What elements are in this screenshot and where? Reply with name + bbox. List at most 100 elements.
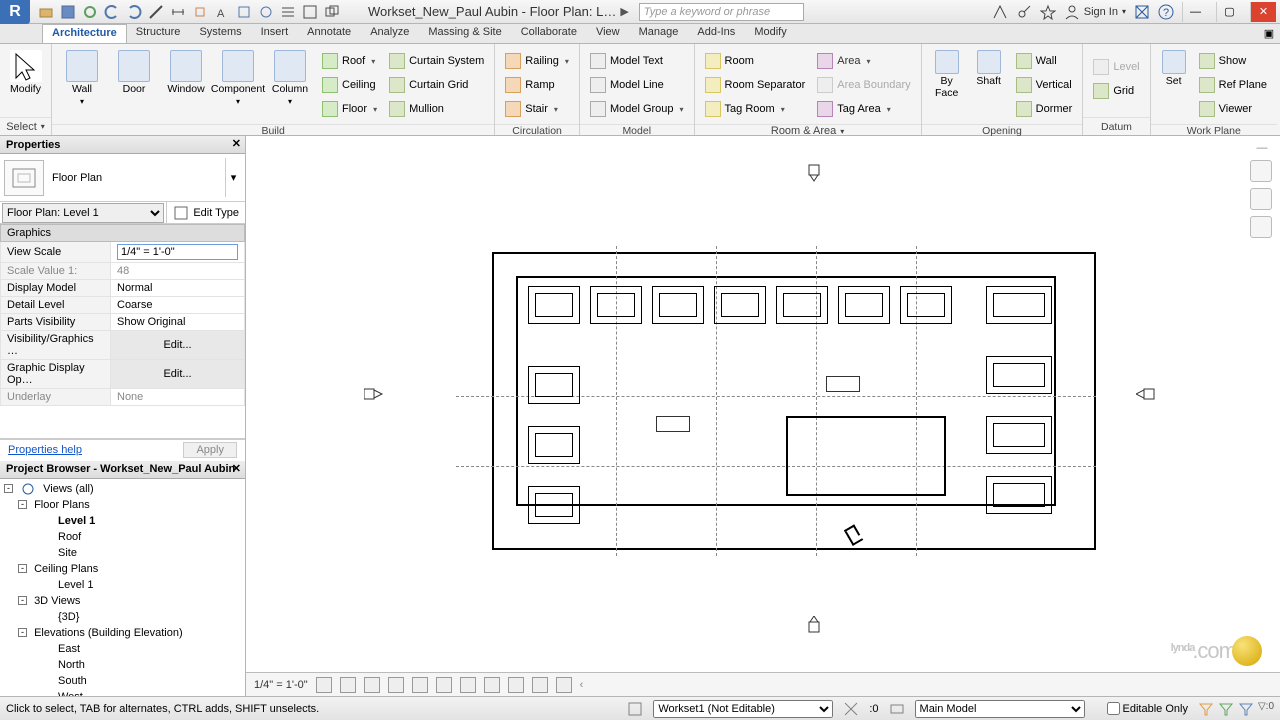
- south-node[interactable]: South: [4, 673, 241, 689]
- prop-underlay-value[interactable]: None: [111, 389, 245, 406]
- room-button[interactable]: Room: [701, 50, 810, 72]
- group-graphics[interactable]: Graphics: [1, 225, 245, 242]
- detail-level-icon[interactable]: [316, 677, 332, 693]
- workset-icon[interactable]: [627, 701, 643, 717]
- opening-dormer-button[interactable]: Dormer: [1012, 98, 1077, 120]
- view-minimize-icon[interactable]: —: [1250, 142, 1274, 154]
- infocenter-play-icon[interactable]: ▶: [620, 5, 628, 18]
- railing-button[interactable]: Railing▾: [501, 50, 573, 72]
- tab-insert[interactable]: Insert: [252, 24, 299, 43]
- tab-massing[interactable]: Massing & Site: [419, 24, 511, 43]
- crop-view-icon[interactable]: [436, 677, 452, 693]
- by-face-button[interactable]: By Face: [928, 48, 966, 99]
- type-dropdown-icon[interactable]: ▾: [225, 158, 241, 197]
- type-selector[interactable]: Floor Plan ▾: [0, 154, 245, 202]
- section-icon[interactable]: [258, 4, 274, 20]
- properties-help-link[interactable]: Properties help: [8, 444, 82, 456]
- edit-type-button[interactable]: Edit Type: [166, 202, 245, 223]
- cp-level1-node[interactable]: Level 1: [4, 577, 241, 593]
- west-node[interactable]: West: [4, 689, 241, 697]
- prop-view-scale-value[interactable]: [117, 244, 238, 260]
- dimension-icon[interactable]: [170, 4, 186, 20]
- filter-icon[interactable]: [1198, 701, 1214, 717]
- properties-title[interactable]: Properties ✕: [0, 136, 245, 154]
- pan-icon[interactable]: [1250, 216, 1272, 238]
- stair-button[interactable]: Stair▾: [501, 98, 573, 120]
- prop-detail-level-value[interactable]: Coarse: [111, 297, 245, 314]
- minimize-button[interactable]: —: [1182, 2, 1208, 22]
- prop-parts-vis-value[interactable]: Show Original: [111, 314, 245, 331]
- editable-only-checkbox[interactable]: Editable Only: [1107, 702, 1188, 715]
- sun-path-icon[interactable]: [364, 677, 380, 693]
- tag-icon[interactable]: [192, 4, 208, 20]
- mullion-button[interactable]: Mullion: [385, 98, 488, 120]
- exclude-icon[interactable]: [843, 701, 859, 717]
- switch-windows-icon[interactable]: [324, 4, 340, 20]
- elevation-marker-east-icon[interactable]: [1136, 386, 1156, 402]
- key-icon[interactable]: [1016, 4, 1032, 20]
- set-workplane-button[interactable]: Set: [1157, 48, 1191, 88]
- ref-plane-button[interactable]: Ref Plane: [1195, 74, 1271, 96]
- tab-architecture[interactable]: Architecture: [42, 24, 127, 43]
- elevation-marker-west-icon[interactable]: [364, 386, 384, 402]
- filter-icon-2[interactable]: [1218, 701, 1234, 717]
- exchange-icon[interactable]: [1134, 4, 1150, 20]
- room-separator-button[interactable]: Room Separator: [701, 74, 810, 96]
- rendering-icon[interactable]: [412, 677, 428, 693]
- zoom-icon[interactable]: [1250, 188, 1272, 210]
- design-option-select[interactable]: Main Model: [915, 700, 1085, 718]
- component-button[interactable]: Component▾: [214, 48, 262, 106]
- collapse-icon[interactable]: -: [18, 596, 27, 605]
- thin-lines-icon[interactable]: [280, 4, 296, 20]
- prop-vg-edit-button[interactable]: Edit...: [111, 331, 245, 360]
- shadows-icon[interactable]: [388, 677, 404, 693]
- prop-display-model-value[interactable]: Normal: [111, 280, 245, 297]
- close-hidden-icon[interactable]: [302, 4, 318, 20]
- collapse-icon[interactable]: -: [4, 484, 13, 493]
- ceiling-plans-node[interactable]: Ceiling Plans: [34, 563, 98, 575]
- design-options-icon[interactable]: [889, 701, 905, 717]
- properties-grid[interactable]: Graphics View Scale Scale Value 1:48 Dis…: [0, 224, 245, 439]
- viewer-button[interactable]: Viewer: [1195, 98, 1271, 120]
- 3d-views-node[interactable]: 3D Views: [34, 595, 80, 607]
- tab-structure[interactable]: Structure: [127, 24, 191, 43]
- maximize-button[interactable]: ▢: [1216, 2, 1242, 22]
- roof-node[interactable]: Roof: [4, 529, 241, 545]
- door-button[interactable]: Door: [110, 48, 158, 96]
- column-button[interactable]: Column▾: [266, 48, 314, 106]
- drawing-canvas[interactable]: —: [246, 136, 1280, 696]
- active-workset-select[interactable]: Workset1 (Not Editable): [653, 700, 833, 718]
- tab-view[interactable]: View: [587, 24, 630, 43]
- site-node[interactable]: Site: [4, 545, 241, 561]
- undo-icon[interactable]: [104, 4, 120, 20]
- tab-analyze[interactable]: Analyze: [361, 24, 419, 43]
- text-icon[interactable]: A: [214, 4, 230, 20]
- navigation-wheel-icon[interactable]: [1250, 160, 1272, 182]
- properties-close-icon[interactable]: ✕: [232, 137, 241, 150]
- favorite-icon[interactable]: [1040, 4, 1056, 20]
- save-icon[interactable]: [60, 4, 76, 20]
- crop-region-icon[interactable]: [460, 677, 476, 693]
- window-button[interactable]: Window: [162, 48, 210, 96]
- wall-button[interactable]: Wall▾: [58, 48, 106, 106]
- filter-icon-3[interactable]: [1238, 701, 1254, 717]
- app-menu-button[interactable]: R: [0, 0, 30, 24]
- subscription-icon[interactable]: [992, 4, 1008, 20]
- tab-collaborate[interactable]: Collaborate: [512, 24, 587, 43]
- 3d-icon[interactable]: [236, 4, 252, 20]
- elevation-marker-north-icon[interactable]: [806, 162, 822, 182]
- sign-in-button[interactable]: Sign In ▾: [1064, 4, 1126, 20]
- grid-button[interactable]: Grid: [1089, 80, 1143, 102]
- elevations-node[interactable]: Elevations (Building Elevation): [34, 627, 183, 639]
- visual-style-icon[interactable]: [340, 677, 356, 693]
- scale-display[interactable]: 1/4" = 1'-0": [254, 679, 308, 691]
- tab-systems[interactable]: Systems: [190, 24, 251, 43]
- project-browser-close-icon[interactable]: ✕: [232, 462, 241, 475]
- views-all-node[interactable]: Views (all): [43, 483, 94, 495]
- floor-button[interactable]: Floor▾: [318, 98, 381, 120]
- shaft-button[interactable]: Shaft: [970, 48, 1008, 88]
- curtain-grid-button[interactable]: Curtain Grid: [385, 74, 488, 96]
- collapse-icon[interactable]: -: [18, 564, 27, 573]
- measure-icon[interactable]: [148, 4, 164, 20]
- north-node[interactable]: North: [4, 657, 241, 673]
